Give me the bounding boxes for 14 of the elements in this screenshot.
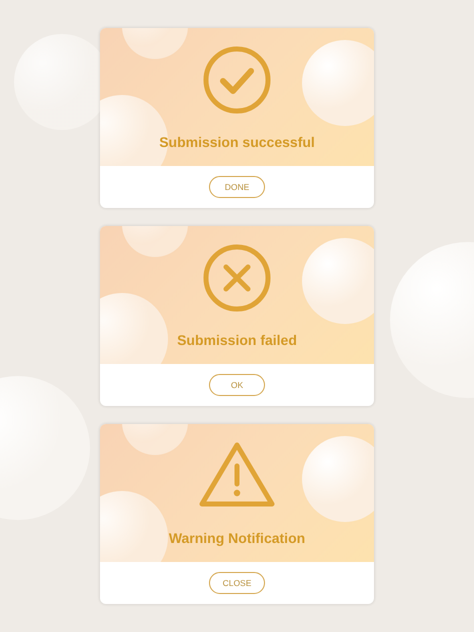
check-icon: [203, 46, 271, 114]
cross-icon: [203, 244, 271, 312]
bubble: [100, 491, 168, 562]
warning-icon: [198, 440, 276, 508]
dialog-title: Warning Notification: [168, 529, 306, 548]
dialog-title: Submission successful: [158, 133, 316, 152]
dialog-button[interactable]: DONE: [209, 176, 265, 198]
bubble: [122, 28, 188, 59]
bubble: [100, 293, 168, 364]
dialog-title: Submission failed: [176, 331, 298, 350]
dialog-button[interactable]: OK: [209, 374, 265, 396]
dialog-button[interactable]: CLOSE: [209, 572, 265, 594]
bubble: [122, 424, 188, 455]
bubble: [122, 226, 188, 257]
